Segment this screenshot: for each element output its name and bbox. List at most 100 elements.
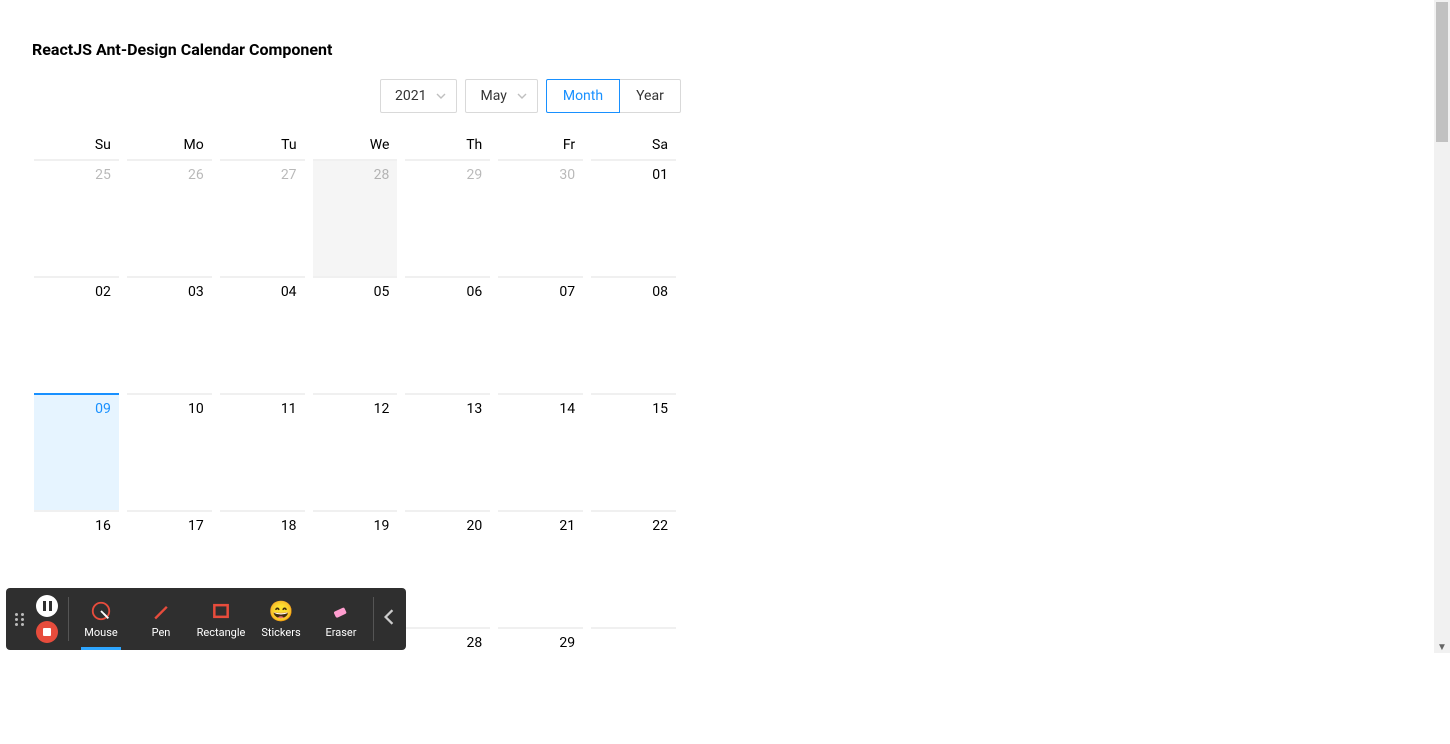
calendar: SuMoTuWeThFrSa 2526272829300102030405060…: [30, 131, 680, 744]
recording-controls: [28, 595, 66, 643]
day-number: 11: [220, 395, 305, 417]
day-cell[interactable]: 04: [216, 276, 309, 393]
day-cell[interactable]: 08: [587, 276, 680, 393]
day-cell[interactable]: 26: [123, 159, 216, 276]
scroll-down-arrow[interactable]: ▼: [1437, 642, 1447, 653]
day-cell[interactable]: 12: [309, 393, 402, 510]
day-number: 22: [591, 512, 676, 534]
day-cell[interactable]: 30: [494, 159, 587, 276]
scrollbar-thumb[interactable]: [1436, 2, 1448, 142]
vertical-scrollbar[interactable]: ▲ ▼: [1434, 0, 1450, 653]
day-cell[interactable]: 03: [123, 276, 216, 393]
day-number: [591, 629, 676, 635]
day-cell[interactable]: 15: [587, 393, 680, 510]
day-number: 16: [34, 512, 119, 534]
day-number: 28: [405, 629, 490, 651]
day-number: 03: [127, 278, 212, 300]
day-cell[interactable]: 29: [494, 627, 587, 744]
pause-button[interactable]: [36, 595, 58, 617]
day-cell[interactable]: 14: [494, 393, 587, 510]
year-select[interactable]: 2021: [380, 79, 457, 113]
day-cell[interactable]: 25: [30, 159, 123, 276]
view-year-button[interactable]: Year: [620, 79, 681, 113]
day-number: 06: [405, 278, 490, 300]
pause-icon: [43, 601, 52, 611]
day-cell[interactable]: 21: [494, 510, 587, 627]
week-row: 02 030405 06 0708: [30, 276, 680, 393]
month-select[interactable]: May: [465, 79, 537, 113]
day-cell[interactable]: 28: [401, 627, 494, 744]
chevron-down-icon: [436, 91, 446, 101]
day-cell[interactable]: 29: [401, 159, 494, 276]
day-cell[interactable]: 27: [216, 159, 309, 276]
drag-handle-icon[interactable]: [10, 613, 28, 626]
annotation-toolbar: Mouse Pen Rectangle 😄 Stickers Eraser: [6, 588, 406, 650]
stop-button[interactable]: [36, 621, 58, 643]
day-cell[interactable]: 11: [216, 393, 309, 510]
day-of-week-header: We: [309, 131, 402, 159]
year-select-value: 2021: [395, 88, 426, 104]
day-number: 29: [498, 629, 583, 651]
day-of-week-header: Sa: [587, 131, 680, 159]
tool-pen[interactable]: Pen: [131, 588, 191, 650]
tool-label: Eraser: [326, 626, 357, 639]
day-number: 09: [34, 395, 119, 417]
collapse-button[interactable]: [376, 609, 402, 630]
day-number: 29: [405, 161, 490, 183]
tool-stickers[interactable]: 😄 Stickers: [251, 588, 311, 650]
day-cell[interactable]: 01: [587, 159, 680, 276]
stop-icon: [43, 628, 51, 636]
day-number: 18: [220, 512, 305, 534]
day-number: 26: [127, 161, 212, 183]
day-number: 02: [34, 278, 119, 300]
calendar-header: 2021 May Month Year: [380, 79, 1400, 113]
day-number: 21: [498, 512, 583, 534]
month-select-value: May: [480, 88, 506, 104]
pen-icon: [150, 600, 172, 622]
day-cell[interactable]: 28: [309, 159, 402, 276]
day-cell[interactable]: 20: [401, 510, 494, 627]
day-cell[interactable]: 06: [401, 276, 494, 393]
tool-eraser[interactable]: Eraser: [311, 588, 371, 650]
day-of-week-row: SuMoTuWeThFrSa: [30, 131, 680, 159]
day-number: 13: [405, 395, 490, 417]
day-number: 15: [591, 395, 676, 417]
tool-rectangle[interactable]: Rectangle: [191, 588, 251, 650]
day-of-week-header: Tu: [216, 131, 309, 159]
day-cell[interactable]: 02: [30, 276, 123, 393]
day-cell[interactable]: 05: [309, 276, 402, 393]
day-number: 20: [405, 512, 490, 534]
tool-label: Stickers: [261, 626, 300, 639]
day-of-week-header: Fr: [494, 131, 587, 159]
tool-label: Rectangle: [197, 626, 246, 639]
tool-mouse[interactable]: Mouse: [71, 588, 131, 650]
toolbar-separator: [68, 597, 69, 641]
day-number: 07: [498, 278, 583, 300]
day-cell[interactable]: 09: [30, 393, 123, 510]
chevron-left-icon: [384, 609, 394, 630]
day-of-week-header: Su: [30, 131, 123, 159]
day-of-week-header: Th: [401, 131, 494, 159]
day-cell[interactable]: 22: [587, 510, 680, 627]
day-number: 05: [313, 278, 398, 300]
day-cell[interactable]: 13: [401, 393, 494, 510]
tool-label: Mouse: [84, 626, 117, 639]
calendar-weeks: 2526 27 28 29 30 01 02 030405 06 0708 09 10 111213 14…: [30, 159, 680, 744]
day-cell[interactable]: 10: [123, 393, 216, 510]
view-mode-group: Month Year: [546, 79, 681, 113]
day-number: 30: [498, 161, 583, 183]
day-number: 27: [220, 161, 305, 183]
day-cell[interactable]: 07: [494, 276, 587, 393]
day-number: 19: [313, 512, 398, 534]
eraser-icon: [330, 600, 352, 622]
day-number: 10: [127, 395, 212, 417]
day-number: 01: [591, 161, 676, 183]
view-month-button[interactable]: Month: [546, 79, 620, 113]
day-number: 28: [313, 161, 398, 183]
toolbar-separator: [373, 597, 374, 641]
tool-label: Pen: [152, 626, 171, 639]
day-of-week-header: Mo: [123, 131, 216, 159]
page-title: ReactJS Ant-Design Calendar Component: [32, 40, 1400, 59]
day-cell: [587, 627, 680, 744]
day-number: 14: [498, 395, 583, 417]
